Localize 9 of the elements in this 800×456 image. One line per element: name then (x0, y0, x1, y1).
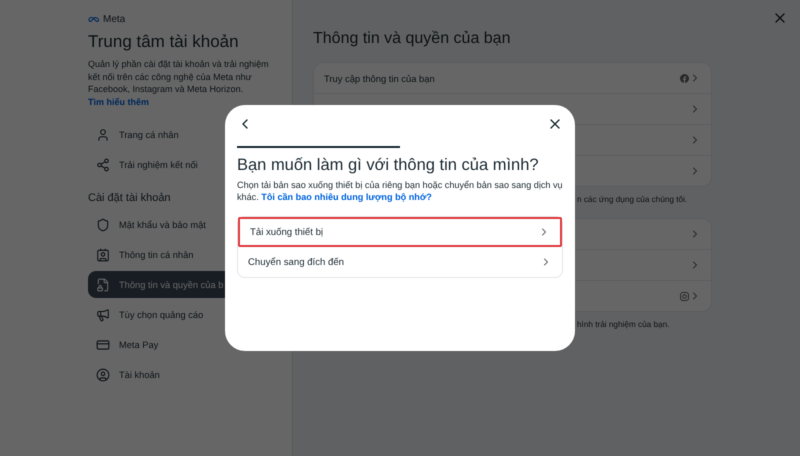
dialog-description: Chọn tải bản sao xuống thiết bị của riêng bạn hoặc chuyển bản sao sang dịch vụ khác. Tôi cần bao nhiêu dung lượng bộ nhớ? (237, 180, 563, 203)
section-title: Thông tin và quyền của bạn (313, 30, 512, 48)
section-heading: Cài đặt tài khoản (88, 192, 171, 204)
dialog-title: Bạn muốn làm gì với thông tin của mình? (237, 156, 540, 175)
note-text: hình trải nghiệm của bạn. (577, 320, 670, 329)
brand-name: Meta (103, 14, 126, 24)
note-text: n các ứng dụng của chúng tôi. (577, 195, 688, 204)
description: Quản lý phần cài đặt tài khoản và trải nghiệm kết nối trên các công nghệ của Meta như Facebook, Instagram và Meta Horizon. Tìm hiểu thêm (88, 58, 270, 108)
page-title: Trung tâm tài khoản (88, 32, 240, 52)
